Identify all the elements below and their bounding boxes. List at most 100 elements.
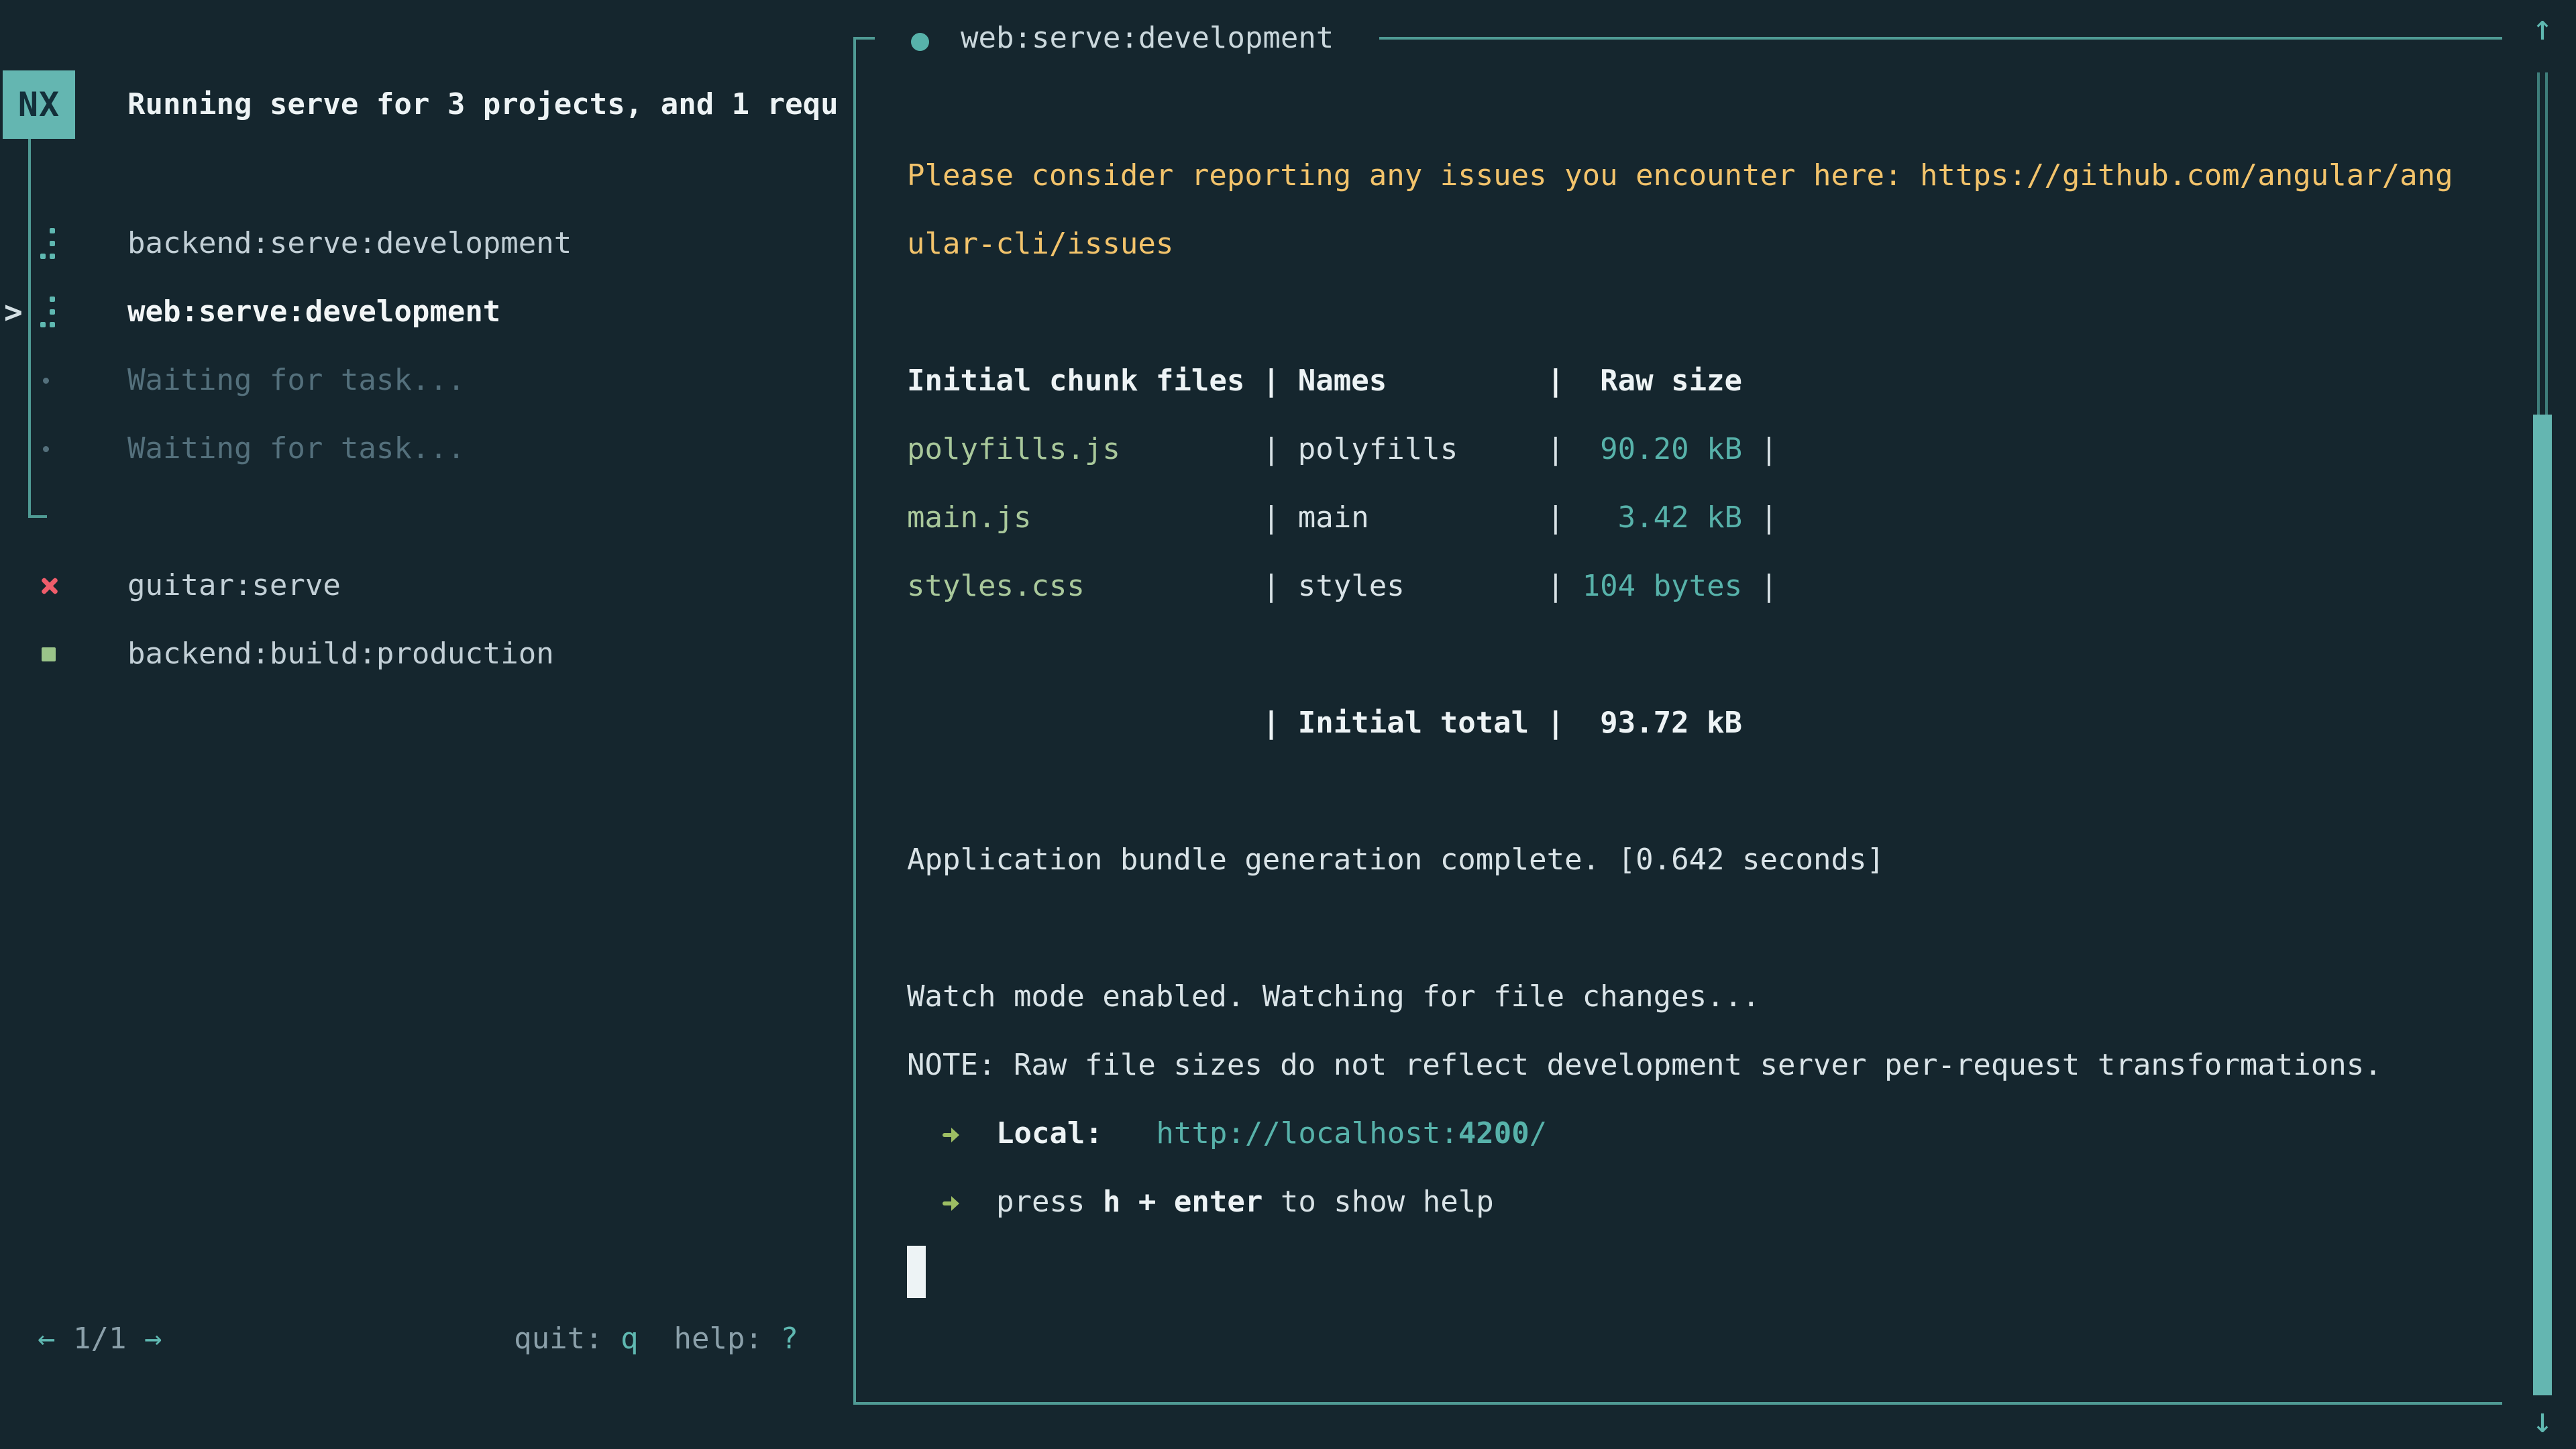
terminal-line: ular-cli/issues xyxy=(907,210,2544,278)
terminal-line: main.js | main | 3.42 kB | xyxy=(907,484,2544,552)
terminal-text: polyfills.js xyxy=(907,432,1120,466)
terminal-line: Watch mode enabled. Watching for file ch… xyxy=(907,963,2544,1031)
terminal-text: press xyxy=(996,1185,1103,1219)
pagination-page-label: 1/1 xyxy=(56,1322,144,1356)
failed-x-icon xyxy=(40,576,59,595)
terminal-text: styles.css xyxy=(907,569,1085,603)
scrollbar: ↑ ↓ xyxy=(2520,0,2565,1449)
scrollbar-track[interactable] xyxy=(2537,72,2540,415)
terminal-text: h + enter xyxy=(1103,1185,1263,1219)
terminal-line: polyfills.js | polyfills | 90.20 kB | xyxy=(907,415,2544,484)
terminal-text: | xyxy=(1085,569,1298,603)
terminal-line xyxy=(907,621,2544,689)
task-row-backend-serve-development[interactable]: backend:serve:development xyxy=(0,209,853,278)
terminal-text: Local: xyxy=(996,1116,1103,1150)
success-square-icon xyxy=(42,647,56,661)
terminal-line xyxy=(907,757,2544,826)
terminal-text: NOTE: Raw file sizes do not reflect deve… xyxy=(907,1048,2382,1082)
task-row-guitar-serve[interactable]: guitar:serve xyxy=(0,551,853,620)
scrollbar-up-arrow[interactable]: ↑ xyxy=(2520,8,2565,48)
terminal-text: | xyxy=(1405,569,1582,603)
terminal-text: | xyxy=(1369,500,1582,535)
help-shortcut-label: help: xyxy=(674,1322,763,1356)
terminal-text: | xyxy=(1742,500,1778,535)
terminal-line: | Initial total | 93.72 kB xyxy=(907,689,2544,757)
terminal-text: | xyxy=(1458,432,1582,466)
quit-shortcut-label: quit: xyxy=(514,1322,602,1356)
terminal-text: | xyxy=(1742,569,1778,603)
panel-header: web:serve:development xyxy=(899,4,1503,72)
spacer xyxy=(639,1322,674,1356)
terminal-line xyxy=(907,1236,2544,1305)
arrow-right-icon xyxy=(943,1120,961,1150)
task-status-icon-slot xyxy=(39,346,68,415)
terminal-text: | xyxy=(1031,500,1297,535)
task-row-web-serve-development[interactable]: >web:serve:development xyxy=(0,278,853,346)
sidebar: NX Running serve for 3 projects, and 1 r… xyxy=(0,0,853,1449)
spacer xyxy=(603,1322,621,1356)
task-row-backend-build-production[interactable]: backend:build:production xyxy=(0,620,853,688)
quit-shortcut-key: q xyxy=(621,1322,639,1356)
terminal-text: Watch mode enabled. Watching for file ch… xyxy=(907,979,1760,1014)
terminal-text: 4200 xyxy=(1458,1116,1529,1150)
selected-task-chevron-icon: > xyxy=(4,278,23,346)
terminal-text xyxy=(907,1185,943,1219)
task-status-icon-slot xyxy=(39,620,68,688)
terminal-text: 90.20 kB xyxy=(1582,432,1742,466)
terminal-line: NOTE: Raw file sizes do not reflect deve… xyxy=(907,1031,2544,1099)
terminal-text: main xyxy=(1298,500,1369,535)
terminal-text: 104 bytes xyxy=(1582,569,1742,603)
terminal-text: polyfills xyxy=(1298,432,1458,466)
task-row-waiting-for-task-[interactable]: Waiting for task... xyxy=(0,415,853,483)
waiting-dot-icon xyxy=(43,446,49,452)
pagination: ← 1/1 → xyxy=(38,1305,162,1373)
panel-border-left xyxy=(853,37,856,1405)
terminal-text xyxy=(907,1116,943,1150)
terminal-line xyxy=(907,894,2544,963)
terminal-text: to show help xyxy=(1263,1185,1493,1219)
terminal-text xyxy=(961,1116,996,1150)
terminal-text: Please consider reporting any issues you… xyxy=(907,158,2453,193)
terminal-text: http://localhost: xyxy=(1156,1116,1458,1150)
spacer xyxy=(763,1322,781,1356)
task-row-waiting-for-task-[interactable]: Waiting for task... xyxy=(0,346,853,415)
terminal-line: Local: http://localhost:4200/ xyxy=(907,1099,2544,1168)
terminal-line: Please consider reporting any issues you… xyxy=(907,142,2544,210)
panel-border-top-stub xyxy=(853,37,875,40)
arrow-right-icon xyxy=(943,1189,961,1218)
sidebar-status-bar: ← 1/1 → quit: q help: ? xyxy=(0,1305,853,1373)
terminal-text: | xyxy=(1120,432,1298,466)
running-status-dot-icon xyxy=(911,33,929,51)
keyboard-shortcuts: quit: q help: ? xyxy=(514,1305,798,1373)
terminal-text: | xyxy=(1742,432,1778,466)
terminal-text: main.js xyxy=(907,500,1031,535)
help-shortcut-key: ? xyxy=(781,1322,799,1356)
terminal-line: Application bundle generation complete. … xyxy=(907,826,2544,894)
terminal-text: styles xyxy=(1298,569,1405,603)
terminal-line: Initial chunk files | Names | Raw size xyxy=(907,347,2544,415)
terminal-text: 3.42 kB xyxy=(1582,500,1742,535)
task-label: backend:build:production xyxy=(127,620,554,688)
task-label: Waiting for task... xyxy=(127,346,465,415)
task-status-icon-slot xyxy=(39,551,68,620)
task-status-icon-slot xyxy=(39,278,68,346)
panel-border-top xyxy=(1379,37,2502,40)
terminal-text: / xyxy=(1529,1116,1548,1150)
terminal-line: styles.css | styles | 104 bytes | xyxy=(907,552,2544,621)
pagination-prev-arrow[interactable]: ← xyxy=(38,1322,56,1356)
terminal-output: Please consider reporting any issues you… xyxy=(907,142,2544,1305)
terminal-text: Initial chunk files | Names | Raw size xyxy=(907,364,1742,398)
spinner-icon xyxy=(40,228,58,260)
task-label: guitar:serve xyxy=(127,551,341,620)
scrollbar-track[interactable] xyxy=(2545,72,2548,415)
pagination-next-arrow[interactable]: → xyxy=(144,1322,162,1356)
panel-title: web:serve:development xyxy=(961,4,1334,72)
scrollbar-down-arrow[interactable]: ↓ xyxy=(2520,1401,2565,1441)
nx-tui-screen: NX Running serve for 3 projects, and 1 r… xyxy=(0,0,2576,1449)
scrollbar-thumb[interactable] xyxy=(2533,415,2552,1395)
task-list: backend:serve:development>web:serve:deve… xyxy=(0,0,853,738)
terminal-line xyxy=(907,278,2544,347)
task-label: Waiting for task... xyxy=(127,415,465,483)
terminal-text xyxy=(1103,1116,1156,1150)
task-label: backend:serve:development xyxy=(127,209,572,278)
